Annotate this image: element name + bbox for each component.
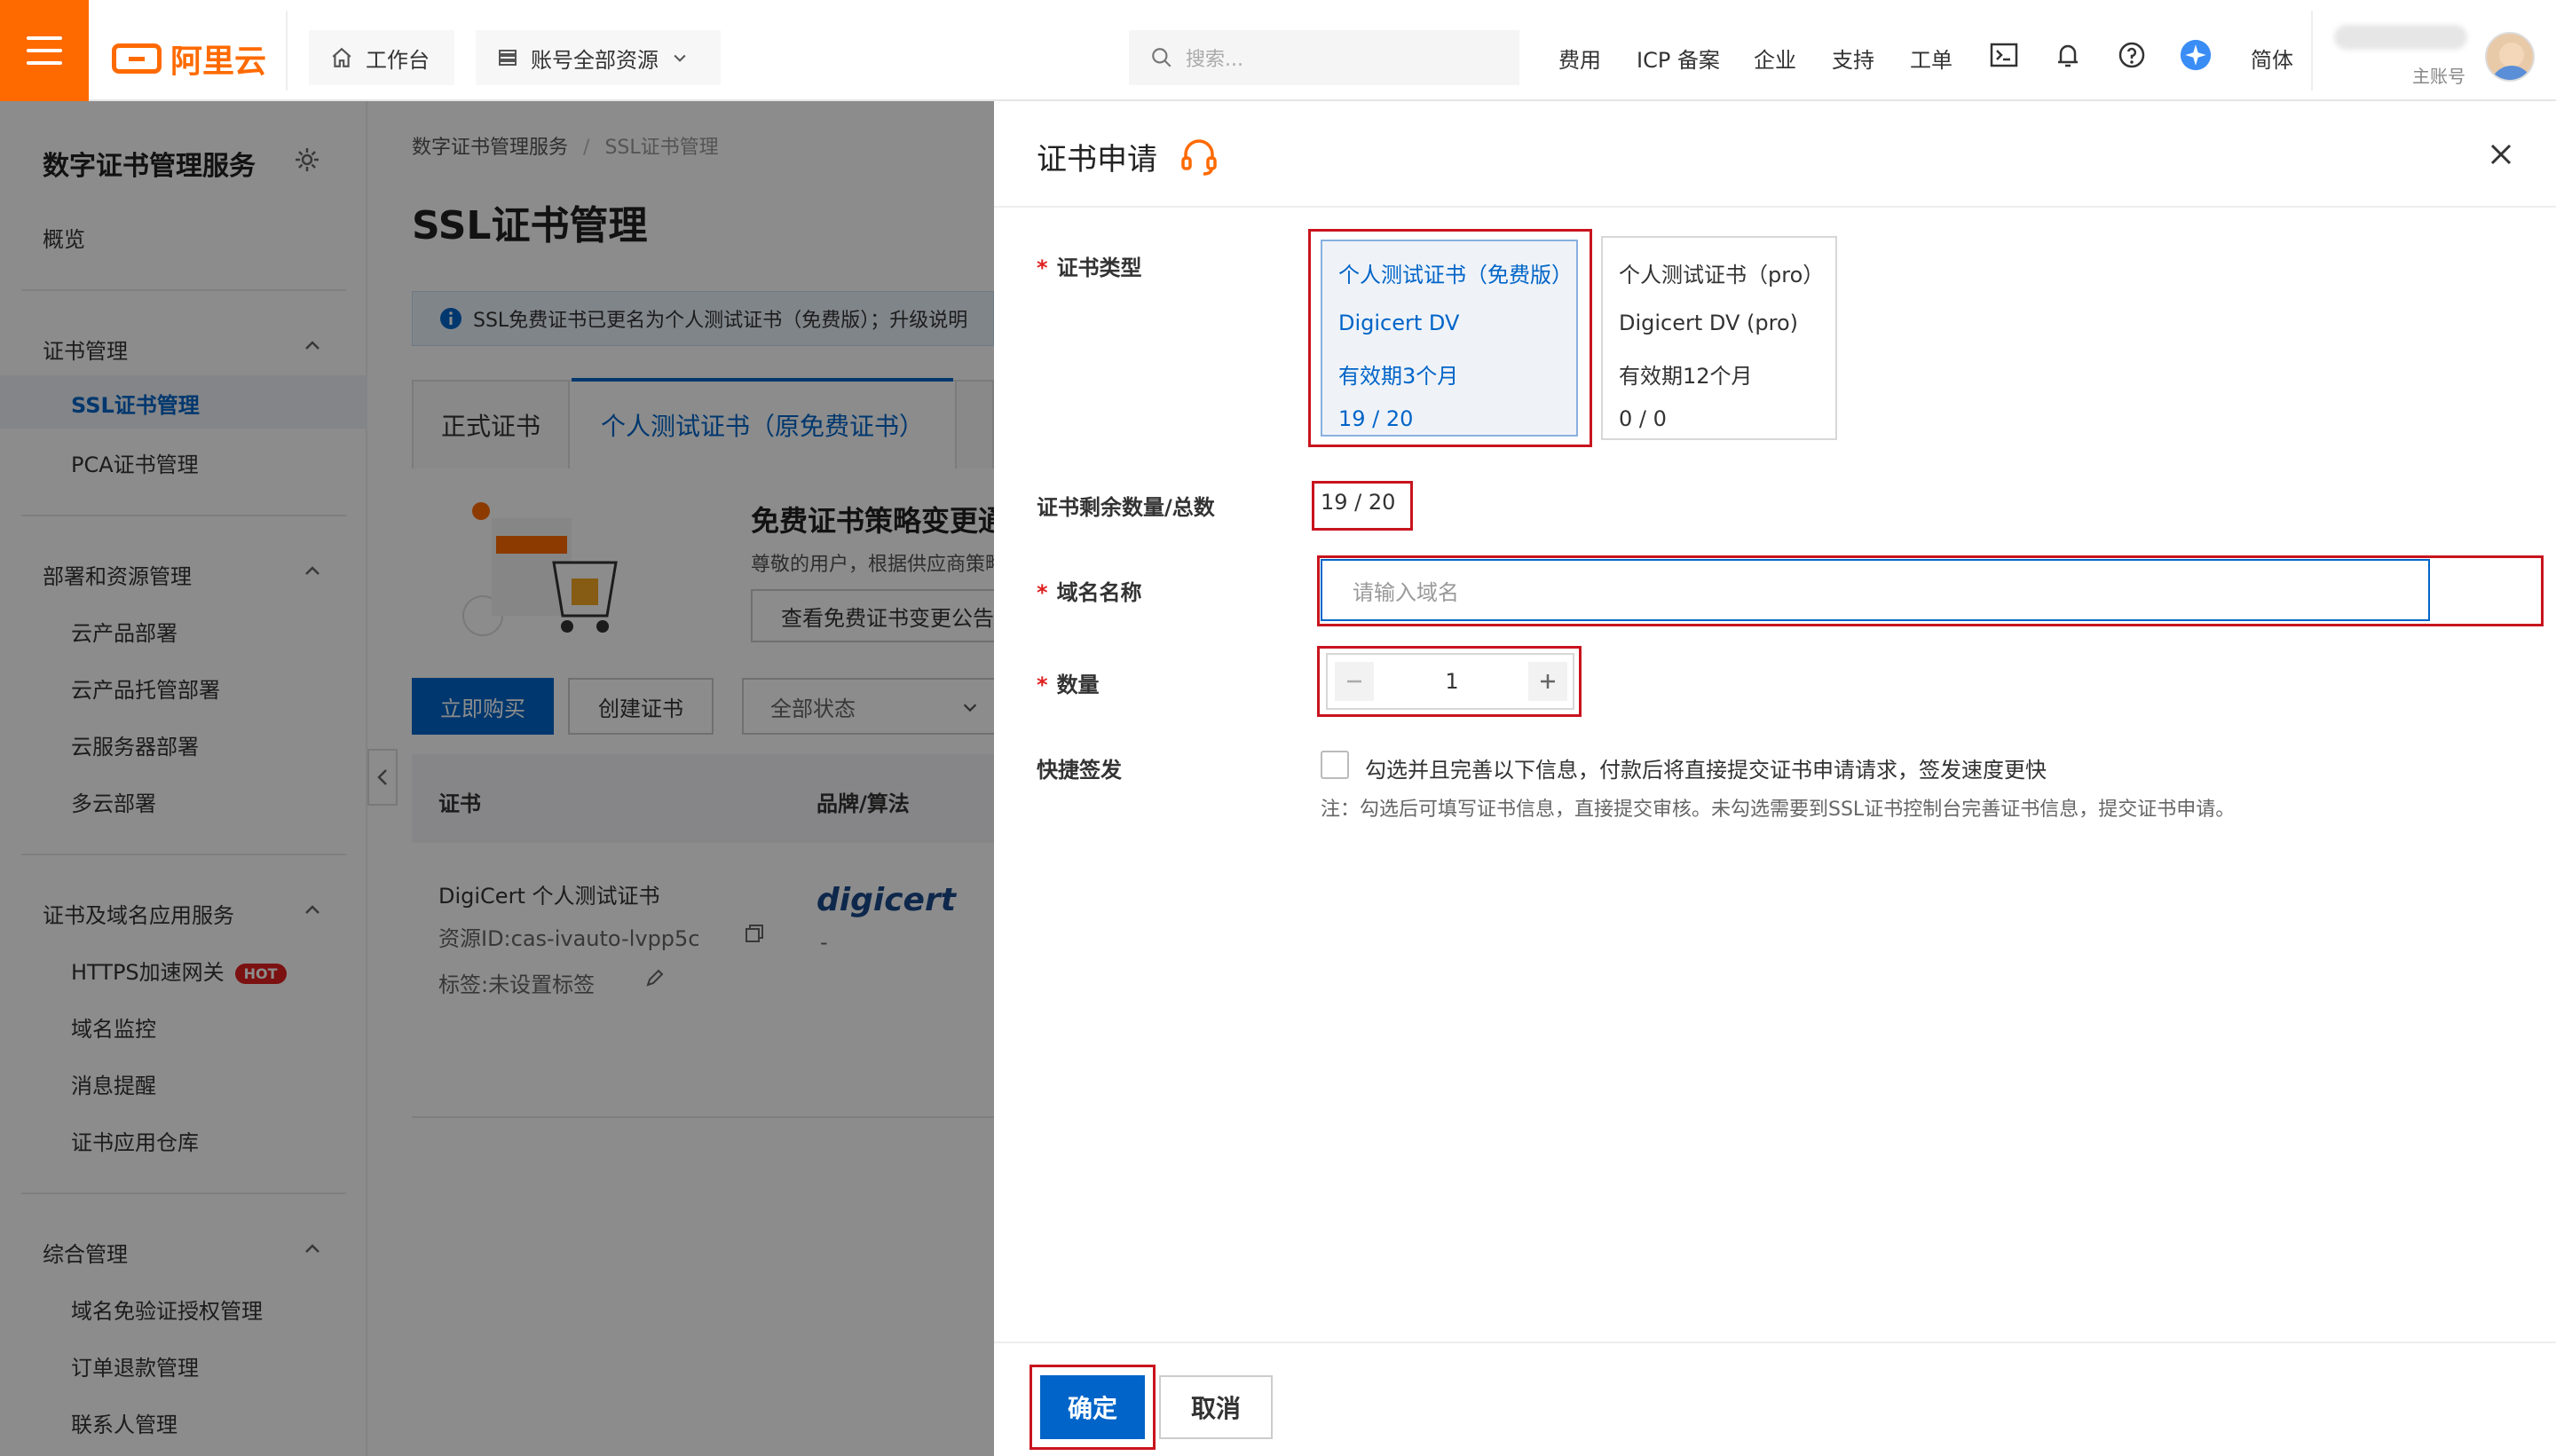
fast-issue-checkbox[interactable] — [1321, 751, 1349, 779]
quantity-label: * 数量 — [1037, 673, 1100, 697]
headset-icon[interactable] — [1179, 137, 1219, 177]
drawer-header: 证书申请 — [994, 101, 2556, 208]
domain-input[interactable]: 请输入域名 — [1321, 559, 2430, 621]
quantity-stepper[interactable]: 1 — [1326, 653, 1574, 710]
minus-icon — [1347, 680, 1361, 683]
divider — [286, 11, 288, 91]
nav-billing[interactable]: 费用 — [1558, 43, 1601, 74]
nav-enterprise[interactable]: 企业 — [1754, 43, 1796, 74]
workbench-button[interactable]: 工作台 — [309, 30, 454, 85]
card-brand: Digicert DV — [1338, 311, 1460, 335]
modal-overlay[interactable] — [0, 101, 994, 1456]
cancel-button[interactable]: 取消 — [1159, 1375, 1273, 1439]
cert-type-pro-card[interactable]: 个人测试证书（pro） Digicert DV (pro) 有效期12个月 0 … — [1601, 236, 1837, 440]
avatar[interactable] — [2485, 32, 2535, 82]
account-name-blurred — [2334, 25, 2467, 50]
account-role: 主账号 — [2412, 66, 2465, 87]
card-count: 0 / 0 — [1619, 406, 1667, 431]
fast-issue-label: 快捷签发 — [1037, 758, 1122, 783]
card-name: 个人测试证书（免费版） — [1338, 263, 1573, 287]
logo-mark-icon — [112, 43, 162, 74]
divider — [2311, 11, 2313, 91]
quantity-value[interactable]: 1 — [1381, 669, 1523, 694]
language-switch[interactable]: 简体 — [2251, 43, 2293, 74]
cert-apply-drawer: 证书申请 * 证书类型 个人测试证书（免费版） Digicert DV 有效期3个… — [994, 101, 2556, 1456]
terminal-icon[interactable] — [1988, 39, 2020, 71]
nav-ticket[interactable]: 工单 — [1910, 43, 1952, 74]
required-mark: * — [1037, 673, 1048, 697]
fast-issue-text: 勾选并且完善以下信息，付款后将直接提交证书申请请求，签发速度更快 — [1365, 758, 2047, 783]
chevron-down-icon — [674, 54, 686, 62]
hamburger-menu-icon[interactable] — [0, 0, 89, 101]
cert-type-free-card[interactable]: 个人测试证书（免费版） Digicert DV 有效期3个月 19 / 20 — [1321, 240, 1578, 437]
close-icon[interactable] — [2489, 142, 2513, 167]
ai-assistant-icon[interactable] — [2180, 39, 2212, 71]
resource-selector[interactable]: 账号全部资源 — [476, 30, 721, 85]
decrement-button[interactable] — [1335, 662, 1374, 701]
card-count: 19 / 20 — [1338, 406, 1414, 431]
required-mark: * — [1037, 580, 1048, 605]
increment-button[interactable] — [1528, 662, 1567, 701]
remain-value: 19 / 20 — [1321, 490, 1396, 515]
search-input[interactable]: 搜索... — [1129, 30, 1519, 85]
nav-support[interactable]: 支持 — [1832, 43, 1874, 74]
required-mark: * — [1037, 256, 1048, 280]
card-brand: Digicert DV (pro) — [1619, 311, 1799, 335]
card-name: 个人测试证书（pro） — [1619, 263, 1825, 287]
remain-label: 证书剩余数量/总数 — [1037, 495, 1215, 520]
fast-issue-note: 注：勾选后可填写证书信息，直接提交审核。未勾选需要到SSL证书控制台完善证书信息… — [1321, 799, 2236, 821]
confirm-button[interactable]: 确定 — [1040, 1375, 1145, 1439]
plus-icon — [1541, 674, 1555, 689]
nav-icp[interactable]: ICP 备案 — [1637, 43, 1720, 74]
drawer-footer: 确定 取消 — [994, 1342, 2556, 1456]
search-icon — [1152, 48, 1172, 67]
card-validity: 有效期12个月 — [1619, 364, 1753, 389]
home-icon — [332, 47, 351, 67]
help-icon[interactable] — [2116, 39, 2148, 71]
card-validity: 有效期3个月 — [1338, 364, 1459, 389]
top-bar: 阿里云 工作台 账号全部资源 搜索... 费用 ICP 备案 企业 支持 工单 … — [0, 0, 2556, 101]
domain-label: * 域名名称 — [1037, 580, 1142, 605]
aliyun-logo[interactable]: 阿里云 — [112, 35, 266, 82]
bell-icon[interactable] — [2052, 39, 2084, 71]
cert-type-label: * 证书类型 — [1037, 256, 1142, 280]
list-icon — [499, 50, 517, 66]
drawer-title: 证书申请 — [1037, 142, 1157, 177]
